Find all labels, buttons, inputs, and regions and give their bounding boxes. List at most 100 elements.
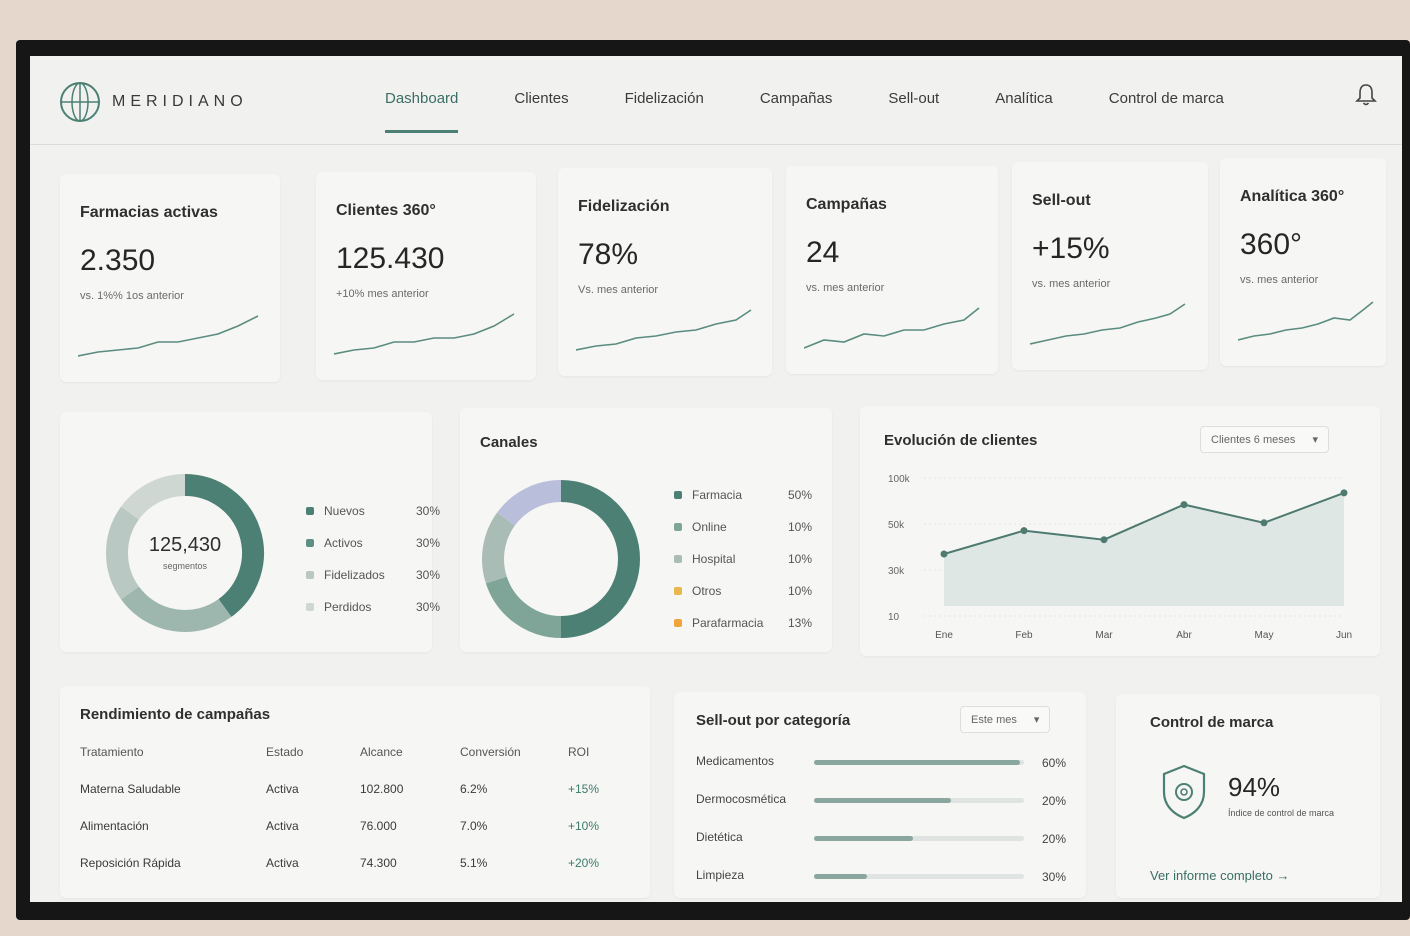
campanas-card: Rendimiento de campañas Tratamiento Esta… bbox=[60, 686, 650, 898]
legend-label: Otros bbox=[692, 584, 722, 598]
kpi-card-fidelizacion[interactable]: Fidelización 78% Vs. mes anterior bbox=[558, 168, 772, 376]
main-nav: Dashboard Clientes Fidelización Campañas… bbox=[385, 90, 1280, 133]
nav-dashboard[interactable]: Dashboard bbox=[385, 90, 459, 133]
bar-fill bbox=[814, 798, 951, 803]
nav-analitica[interactable]: Analítica bbox=[995, 90, 1053, 107]
nav-fidelizacion[interactable]: Fidelización bbox=[625, 90, 704, 107]
table-row[interactable]: Alimentación Activa 76.000 7.0% +10% bbox=[80, 807, 630, 844]
legend-item: Online 10% bbox=[674, 520, 812, 534]
cell-reach: 76.000 bbox=[360, 818, 397, 833]
bar-value: 20% bbox=[1042, 832, 1067, 846]
data-point[interactable] bbox=[1340, 489, 1348, 497]
legend-label: Farmacia bbox=[692, 488, 743, 502]
cell-treatment: Materna Saludable bbox=[80, 781, 181, 796]
donut-slice-perdidos bbox=[121, 474, 186, 520]
legend-item: Hospital 10% bbox=[674, 552, 812, 566]
legend-value: 30% bbox=[416, 600, 441, 614]
bell-icon[interactable] bbox=[1354, 82, 1378, 108]
data-point[interactable] bbox=[940, 550, 948, 558]
bar-value: 20% bbox=[1042, 794, 1067, 808]
legend-value: 10% bbox=[788, 520, 813, 534]
x-tick-label: Abr bbox=[1176, 630, 1192, 641]
sellout-period-select[interactable]: Este mes ▾ bbox=[960, 706, 1051, 733]
sellout-select-value: Este mes bbox=[971, 714, 1017, 726]
legend-label: Parafarmacia bbox=[692, 616, 764, 630]
column-header[interactable]: ROI bbox=[568, 734, 630, 770]
y-tick-label: 100k bbox=[888, 474, 911, 485]
y-tick-label: 10 bbox=[888, 612, 900, 623]
kpi-card-farmacias[interactable]: Farmacias activas 2.350 vs. 1%% 1os ante… bbox=[60, 174, 280, 382]
nav-clientes[interactable]: Clientes bbox=[514, 90, 568, 107]
x-tick-label: Mar bbox=[1095, 630, 1113, 641]
kpi-comparison: vs. mes anterior bbox=[806, 282, 885, 294]
column-header[interactable]: Conversión bbox=[460, 734, 568, 770]
kpi-card-sell-out[interactable]: Sell-out +15% vs. mes anterior bbox=[1012, 162, 1208, 370]
sparkline bbox=[78, 315, 259, 357]
bar-label: Dietética bbox=[696, 830, 743, 844]
legend-label: Online bbox=[692, 520, 727, 534]
kpi-comparison: vs. mes anterior bbox=[1032, 278, 1111, 290]
cell-status: Activa bbox=[266, 781, 299, 796]
evolucion-card: Evolución de clientes Clientes 6 meses ▾… bbox=[860, 406, 1380, 656]
y-tick-label: 50k bbox=[888, 520, 905, 531]
legend-swatch bbox=[674, 491, 682, 499]
column-header[interactable]: Estado bbox=[266, 734, 360, 770]
legend-swatch bbox=[306, 571, 314, 579]
evolucion-line-chart: 100k 50k 30k 10 Ene Feb Mar Abr May Jun bbox=[888, 474, 1352, 641]
period-select[interactable]: Clientes 6 meses ▾ bbox=[1200, 426, 1329, 453]
legend-item: Farmacia 50% bbox=[674, 488, 812, 502]
legend-value: 30% bbox=[416, 504, 441, 518]
legend-swatch bbox=[674, 619, 682, 627]
bar-fill bbox=[814, 836, 913, 841]
data-point[interactable] bbox=[1100, 536, 1108, 544]
kpi-value: 24 bbox=[806, 236, 840, 269]
cell-reach: 74.300 bbox=[360, 855, 397, 870]
legend-value: 10% bbox=[788, 584, 813, 598]
donut-slice-activos bbox=[121, 586, 232, 632]
canales-card: Canales Farmacia 50% Online 10% Hospital… bbox=[460, 408, 832, 652]
bar-fill bbox=[814, 874, 867, 879]
kpi-title: Clientes 360° bbox=[336, 202, 436, 219]
kpi-value: 125.430 bbox=[336, 242, 445, 275]
brand-logo[interactable]: MERIDIANO bbox=[58, 80, 248, 124]
legend-item: Perdidos 30% bbox=[306, 600, 440, 614]
sellout-title: Sell-out por categoría bbox=[696, 712, 851, 729]
evolucion-title: Evolución de clientes bbox=[884, 432, 1038, 449]
data-point[interactable] bbox=[1180, 501, 1188, 509]
legend-swatch bbox=[306, 539, 314, 547]
chevron-down-icon: ▾ bbox=[1033, 714, 1040, 726]
table-row[interactable]: Materna Saludable Activa 102.800 6.2% +1… bbox=[80, 770, 630, 807]
cell-roi: +20% bbox=[568, 855, 600, 870]
data-point[interactable] bbox=[1020, 527, 1028, 535]
kpi-card-analitica[interactable]: Analítica 360° 360° vs. mes anterior bbox=[1220, 158, 1386, 366]
ver-informe-link[interactable]: Ver informe completo → bbox=[1150, 868, 1289, 883]
legend-item: Parafarmacia 13% bbox=[674, 616, 812, 630]
legend-label: Hospital bbox=[692, 552, 736, 566]
nav-sell-out[interactable]: Sell-out bbox=[888, 90, 939, 107]
kpi-comparison: vs. mes anterior bbox=[1240, 274, 1319, 286]
bar-value: 60% bbox=[1042, 756, 1067, 770]
sparkline bbox=[576, 309, 752, 351]
legend-value: 10% bbox=[788, 552, 813, 566]
column-header[interactable]: Alcance bbox=[360, 734, 460, 770]
column-header[interactable]: Tratamiento bbox=[80, 734, 266, 770]
data-point[interactable] bbox=[1260, 519, 1268, 527]
nav-control-de-marca[interactable]: Control de marca bbox=[1109, 90, 1224, 107]
kpi-card-campanas[interactable]: Campañas 24 vs. mes anterior bbox=[786, 166, 998, 374]
kpi-title: Farmacias activas bbox=[80, 204, 218, 221]
kpi-title: Campañas bbox=[806, 196, 887, 213]
kpi-value: +15% bbox=[1032, 232, 1110, 265]
cell-conversion: 5.1% bbox=[460, 855, 488, 870]
table-row[interactable]: Reposición Rápida Activa 74.300 5.1% +20… bbox=[80, 844, 630, 881]
bar-fill bbox=[814, 760, 1020, 765]
legend-swatch bbox=[306, 603, 314, 611]
nav-campanas[interactable]: Campañas bbox=[760, 90, 833, 107]
donut-slice-otros bbox=[497, 480, 562, 526]
campanas-title: Rendimiento de campañas bbox=[80, 706, 271, 723]
legend-value: 50% bbox=[788, 488, 813, 502]
bar-label: Medicamentos bbox=[696, 754, 775, 768]
kpi-card-clientes[interactable]: Clientes 360° 125.430 +10% mes anterior bbox=[316, 172, 536, 380]
kpi-comparison: vs. 1%% 1os anterior bbox=[80, 290, 184, 302]
area-fill bbox=[944, 492, 1344, 606]
y-tick-label: 30k bbox=[888, 566, 905, 577]
